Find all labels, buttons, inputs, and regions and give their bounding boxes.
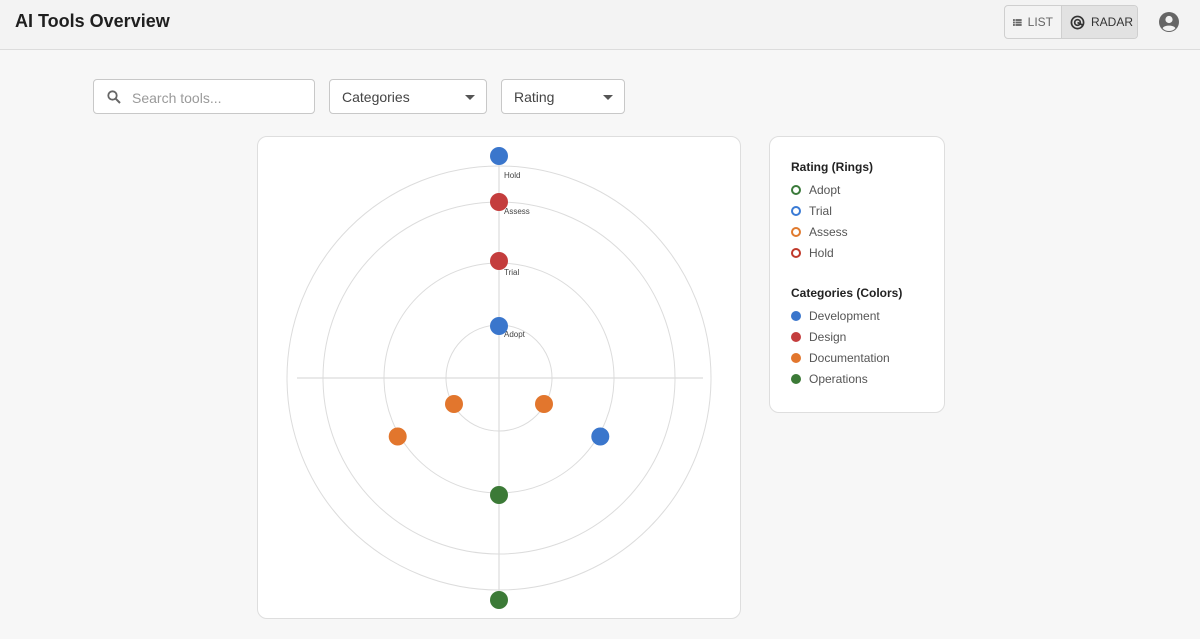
legend-ring-label: Hold [809,246,834,260]
search-icon [107,90,121,104]
ring-marker-icon [791,248,801,258]
tool-blip[interactable] [445,395,463,413]
ring-label-trial: Trial [504,268,519,277]
legend-category-development: Development [791,308,880,324]
radar-panel: Adopt Trial Assess Hold [257,136,741,619]
chevron-down-icon [465,95,475,100]
view-toggle: LIST RADAR [1004,5,1138,39]
legend-rings-title: Rating (Rings) [791,160,873,174]
legend-ring-adopt: Adopt [791,182,840,198]
legend-ring-label: Adopt [809,183,841,197]
legend-category-label: Documentation [809,351,890,365]
categories-dropdown-label: Categories [342,89,410,105]
legend-ring-label: Assess [809,225,848,239]
chevron-down-icon [603,95,613,100]
list-icon [1013,18,1022,26]
ring-label-adopt: Adopt [504,330,526,339]
legend-category-design: Design [791,329,846,345]
legend-ring-hold: Hold [791,245,834,261]
rating-dropdown-label: Rating [514,89,555,105]
tool-blip[interactable] [591,427,610,446]
category-dot-icon [791,311,801,321]
tool-blip[interactable] [490,147,508,165]
account-icon[interactable] [1158,11,1180,33]
tool-blip[interactable] [490,486,508,504]
search-field [93,79,315,114]
radar-icon [1070,15,1085,29]
list-view-label: LIST [1027,15,1053,29]
ring-label-hold: Hold [504,171,520,180]
categories-dropdown[interactable]: Categories [329,79,487,114]
legend-categories-title: Categories (Colors) [791,286,903,300]
ring-marker-icon [791,227,801,237]
legend-category-label: Development [809,309,880,323]
ring-label-assess: Assess [504,207,530,216]
legend-category-label: Operations [809,372,868,386]
category-dot-icon [791,353,801,363]
legend-category-documentation: Documentation [791,350,890,366]
list-view-button[interactable]: LIST [1005,6,1062,38]
tool-blip[interactable] [490,591,508,609]
legend-category-operations: Operations [791,371,868,387]
tool-blip[interactable] [490,317,508,335]
page-title: AI Tools Overview [15,11,170,31]
radar-view-label: RADAR [1091,15,1134,29]
tool-blip[interactable] [490,252,508,270]
legend-category-label: Design [809,330,847,344]
tool-blip[interactable] [388,427,407,446]
ring-marker-icon [791,206,801,216]
ring-marker-icon [791,185,801,195]
legend-panel: Rating (Rings) Adopt Trial Assess Hold C… [769,136,945,413]
radar-view-button[interactable]: RADAR [1062,6,1137,38]
top-bar: AI Tools Overview LIST RADAR [0,0,1200,50]
category-dot-icon [791,332,801,342]
tool-blip[interactable] [490,193,508,211]
legend-ring-assess: Assess [791,224,848,240]
rating-dropdown[interactable]: Rating [501,79,625,114]
radar-chart: Adopt Trial Assess Hold [286,147,712,609]
legend-ring-label: Trial [809,204,832,218]
legend-ring-trial: Trial [791,203,832,219]
tool-blip[interactable] [535,395,553,413]
search-input[interactable] [130,86,309,110]
category-dot-icon [791,374,801,384]
